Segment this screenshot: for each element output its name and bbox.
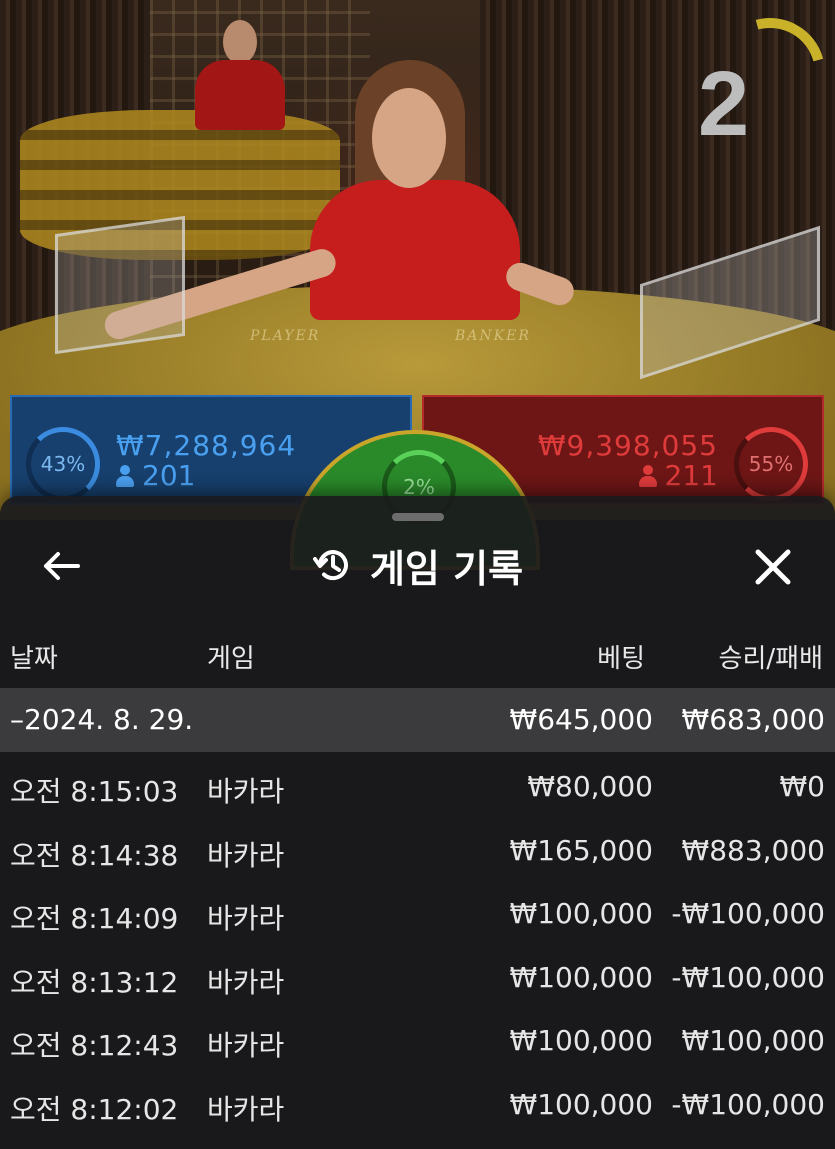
column-header-game[interactable]: 게임 bbox=[207, 638, 255, 675]
column-header-bet[interactable]: 베팅 bbox=[597, 638, 645, 675]
history-row[interactable]: 오전 8:13:12 바카라 ₩100,000 -₩100,000 bbox=[0, 949, 835, 1013]
history-list: 오전 8:15:03 바카라 ₩80,000 ₩0 오전 8:14:38 바카라… bbox=[0, 758, 835, 1140]
column-header-date[interactable]: 날짜 bbox=[10, 638, 58, 675]
round-result: -₩100,000 bbox=[671, 897, 825, 931]
background-dealer bbox=[185, 20, 295, 130]
round-result: -₩100,000 bbox=[671, 1087, 825, 1121]
banker-total-amount: ₩9,398,055 bbox=[537, 429, 718, 462]
table-label-banker: BANKER bbox=[455, 328, 531, 344]
round-bet: ₩100,000 bbox=[509, 1024, 653, 1058]
round-game: 바카라 bbox=[207, 775, 285, 808]
round-time: 오전 8:12:43 bbox=[10, 1029, 179, 1063]
sheet-drag-handle[interactable] bbox=[392, 513, 444, 521]
round-bet: ₩165,000 bbox=[509, 833, 653, 867]
round-game: 바카라 bbox=[207, 902, 285, 936]
round-time: 오전 8:14:09 bbox=[10, 902, 179, 936]
person-icon bbox=[116, 465, 134, 487]
sheet-title: 게임 기록 bbox=[369, 546, 524, 591]
column-header-result[interactable]: 승리/패배 bbox=[719, 638, 823, 675]
round-result: ₩883,000 bbox=[681, 833, 825, 867]
game-history-sheet: 게임 기록 날짜 게임 베팅 승리/패배 –2024. 8. 29. ₩645,… bbox=[0, 496, 835, 1149]
round-time: 오전 8:12:02 bbox=[10, 1092, 179, 1126]
countdown-timer: 2 bbox=[698, 53, 750, 155]
round-game: 바카라 bbox=[207, 1029, 285, 1063]
round-time: 오전 8:13:12 bbox=[10, 965, 179, 999]
dealer bbox=[300, 60, 530, 320]
round-result: ₩0 bbox=[779, 770, 826, 803]
history-row[interactable]: 오전 8:14:38 바카라 ₩165,000 ₩883,000 bbox=[0, 822, 835, 886]
player-percent: 43% bbox=[26, 427, 100, 501]
history-row[interactable]: 오전 8:12:43 바카라 ₩100,000 ₩100,000 bbox=[0, 1012, 835, 1076]
round-result: -₩100,000 bbox=[671, 960, 825, 994]
round-bet: ₩80,000 bbox=[527, 770, 653, 803]
player-bettor-count: 201 bbox=[116, 459, 195, 492]
date-group-result-total: ₩683,000 bbox=[681, 703, 825, 736]
round-game: 바카라 bbox=[207, 965, 285, 999]
date-group-bet-total: ₩645,000 bbox=[509, 703, 653, 736]
player-total-amount: ₩7,288,964 bbox=[116, 429, 297, 462]
person-icon bbox=[638, 465, 657, 487]
close-button[interactable] bbox=[748, 542, 798, 592]
round-game: 바카라 bbox=[207, 838, 285, 872]
history-row[interactable]: 오전 8:15:03 바카라 ₩80,000 ₩0 bbox=[0, 758, 835, 822]
round-bet: ₩100,000 bbox=[509, 897, 653, 931]
round-bet: ₩100,000 bbox=[509, 1087, 653, 1121]
sheet-header: 게임 기록 bbox=[0, 538, 835, 592]
banker-percent: 55% bbox=[734, 427, 808, 501]
round-time: 오전 8:15:03 bbox=[10, 775, 179, 808]
round-bet: ₩100,000 bbox=[509, 960, 653, 994]
close-icon bbox=[755, 549, 791, 585]
round-game: 바카라 bbox=[207, 1092, 285, 1126]
date-group-label: –2024. 8. 29. bbox=[10, 703, 194, 736]
banker-bettor-count: 211 bbox=[638, 459, 718, 492]
round-time: 오전 8:14:38 bbox=[10, 838, 179, 872]
table-label-player: PLAYER bbox=[250, 328, 321, 344]
round-result: ₩100,000 bbox=[681, 1024, 825, 1058]
history-row[interactable]: 오전 8:14:09 바카라 ₩100,000 -₩100,000 bbox=[0, 885, 835, 949]
card-shoe bbox=[55, 215, 185, 355]
date-group-row[interactable]: –2024. 8. 29. ₩645,000 ₩683,000 bbox=[0, 688, 835, 752]
history-icon bbox=[312, 545, 352, 585]
history-row[interactable]: 오전 8:12:02 바카라 ₩100,000 -₩100,000 bbox=[0, 1076, 835, 1140]
